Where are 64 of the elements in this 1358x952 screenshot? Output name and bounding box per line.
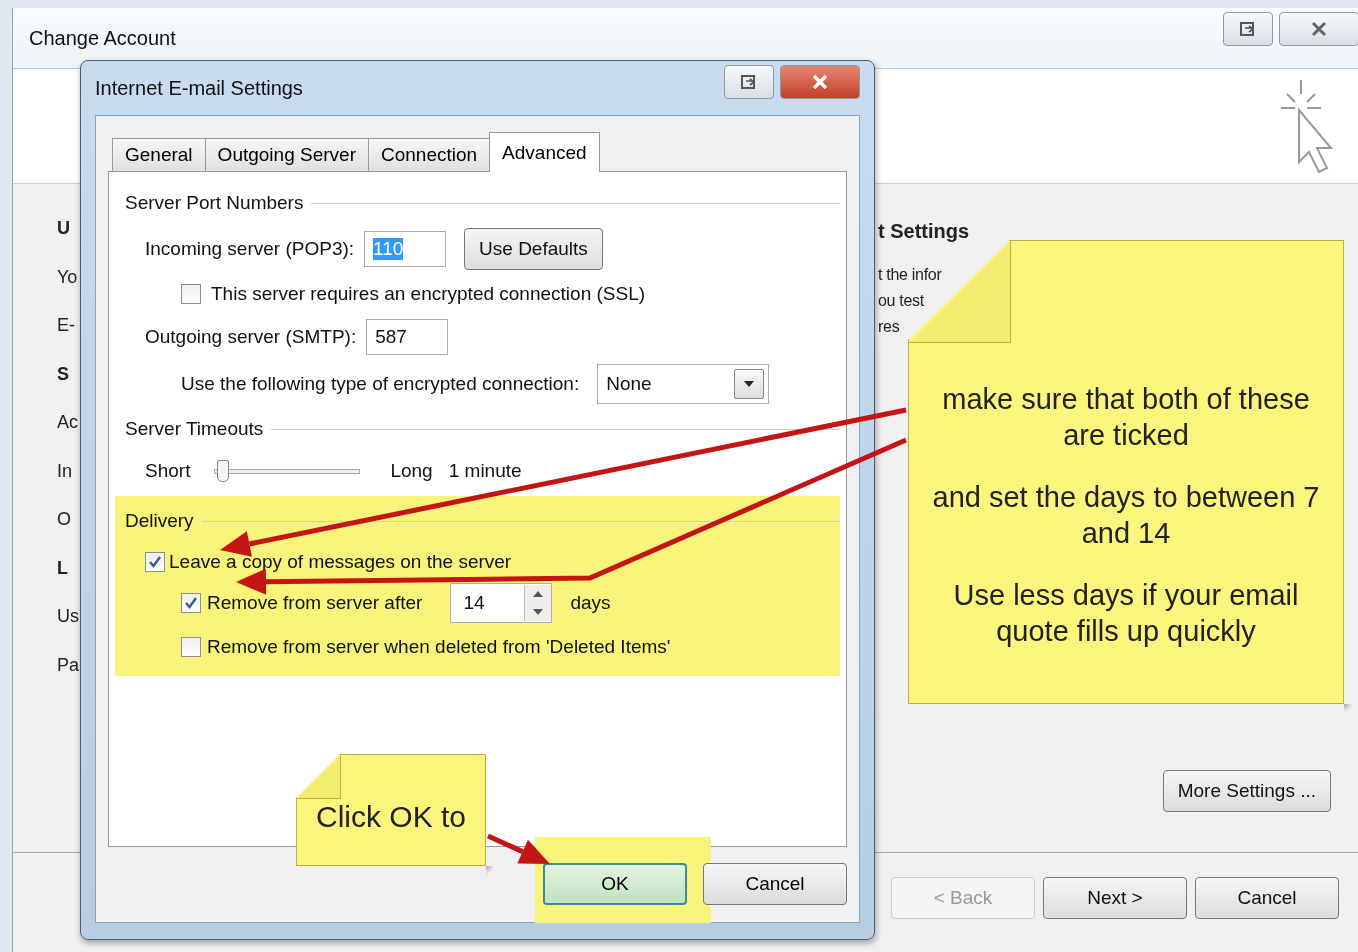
label-text: L	[57, 557, 68, 580]
arrow	[486, 833, 550, 864]
window-title: Change Account	[29, 26, 176, 50]
more-settings-button[interactable]: More Settings ...	[1162, 770, 1331, 812]
dialog-button[interactable]: OK	[543, 863, 687, 905]
slider-label: Short	[145, 460, 191, 482]
label-text: E-	[57, 315, 75, 337]
tab[interactable]: Outgoing Server	[204, 138, 369, 172]
checkbox-label: Remove from server after	[207, 592, 423, 614]
label-text: U	[57, 218, 70, 240]
dialog-title: Internet E-mail Settings	[95, 76, 303, 100]
dialog-button[interactable]: Cancel	[703, 863, 847, 905]
restore-icon	[1239, 20, 1257, 38]
checkbox-label: This server requires an encrypted connection (SSL)	[211, 283, 646, 305]
input-field[interactable]: 587	[366, 319, 449, 355]
down-arrow-icon	[533, 609, 544, 615]
wizard-button[interactable]: Cancel	[1195, 876, 1339, 919]
note-text: Click OK to	[316, 801, 466, 833]
tab[interactable]: Connection	[367, 138, 491, 172]
section-heading: t Settings	[878, 220, 970, 244]
restore-icon	[740, 73, 758, 91]
note-text: Use less days if your email quote fills up quickly	[952, 578, 1300, 649]
checkbox[interactable]	[181, 593, 201, 613]
up-arrow-icon	[533, 591, 544, 597]
checkbox-label: Leave a copy of messages on the server	[169, 551, 512, 573]
label-text: In	[57, 460, 72, 483]
close-button[interactable]	[780, 65, 860, 99]
dropdown[interactable]: None	[597, 364, 770, 404]
field-label: Outgoing server (SMTP):	[145, 326, 357, 348]
close-button[interactable]	[1279, 12, 1358, 46]
group-heading: Delivery	[125, 510, 194, 532]
checkbox[interactable]	[145, 552, 165, 572]
checkbox-label: Remove from server when deleted from 'Deleted Items'	[207, 636, 671, 658]
use-defaults-button[interactable]: Use Defaults	[464, 228, 603, 270]
note-text: and set the days to between 7 and 14	[931, 480, 1321, 551]
caret-icon	[743, 380, 756, 388]
label-text: Pa	[57, 654, 80, 677]
restore-button[interactable]	[1223, 12, 1273, 46]
label-text: S	[57, 363, 69, 386]
slider-label: Long	[390, 460, 433, 482]
slider-track[interactable]	[214, 460, 361, 482]
slider-thumb[interactable]	[216, 460, 229, 482]
label-text: O	[57, 509, 71, 531]
unit-label: days	[570, 592, 611, 614]
label-text: t the infor	[878, 266, 942, 285]
tab[interactable]: General	[112, 138, 206, 172]
checkbox[interactable]	[181, 284, 201, 304]
label-text: res	[878, 318, 900, 337]
label-text: Yo	[57, 266, 78, 289]
label-text: Ac	[57, 412, 78, 434]
checkbox[interactable]	[181, 637, 201, 657]
note-text: make sure that both of these are ticked	[941, 382, 1311, 453]
wizard-button[interactable]: Next >	[1043, 876, 1187, 919]
spin-field[interactable]: 14	[450, 583, 553, 623]
close-icon	[810, 74, 830, 90]
slider-reading: 1 minute	[448, 460, 522, 482]
tab[interactable]: Advanced	[489, 132, 600, 172]
field-label: Incoming server (POP3):	[145, 238, 355, 260]
label-text: Us	[57, 606, 79, 628]
label-text: ou test	[878, 292, 924, 311]
field-label: Use the following type of encrypted connection:	[181, 373, 580, 395]
group-heading: Server Timeouts	[125, 418, 264, 440]
group-heading: Server Port Numbers	[125, 192, 304, 214]
restore-button[interactable]	[724, 65, 774, 99]
